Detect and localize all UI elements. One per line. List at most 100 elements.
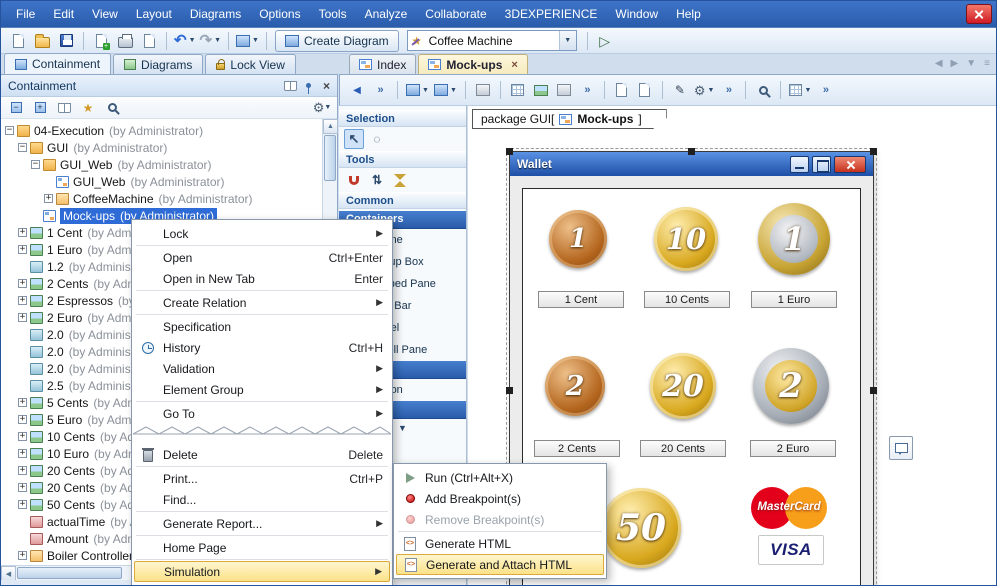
window-close-button[interactable]: [966, 4, 992, 24]
open-book-icon[interactable]: [284, 81, 297, 91]
menu-item-run-ctrl-alt-x[interactable]: Run (Ctrl+Alt+X): [396, 467, 604, 488]
expand-toggle-icon[interactable]: +: [44, 194, 53, 203]
collapse-all-button[interactable]: −: [6, 99, 26, 117]
coin-1-euro[interactable]: 1: [758, 203, 830, 275]
coin-caption-2-cents[interactable]: 2 Cents: [534, 440, 620, 457]
dropdown-caret-icon[interactable]: ▼: [422, 87, 429, 94]
collapse-toggle-icon[interactable]: −: [5, 126, 14, 135]
print-preview-button[interactable]: [137, 30, 161, 52]
palette-section-common[interactable]: Common: [339, 192, 466, 209]
print-button[interactable]: [113, 30, 137, 52]
panel-settings-button[interactable]: ⚙▼: [312, 99, 332, 117]
edit-button[interactable]: ✎: [669, 79, 691, 101]
menu-item-delete[interactable]: DeleteDelete: [134, 444, 390, 465]
tree-item-coffeemachine[interactable]: +CoffeeMachine(by Administrator): [1, 190, 323, 207]
menu-item-generate-html[interactable]: <>Generate HTML: [396, 533, 604, 554]
tree-item-gui-web[interactable]: −GUI_Web(by Administrator): [1, 156, 323, 173]
expand-toggle-icon[interactable]: +: [18, 313, 27, 322]
menu-item-home-page[interactable]: Home Page: [134, 537, 390, 558]
diagram-tab-index[interactable]: Index: [349, 54, 416, 74]
close-tab-icon[interactable]: ×: [511, 59, 517, 71]
tab-list-icon[interactable]: ≡: [984, 58, 990, 69]
menu-3dexperience[interactable]: 3DEXPERIENCE: [496, 1, 607, 27]
menu-item-generate-report[interactable]: Generate Report...▶: [134, 513, 390, 534]
expand-toggle-icon[interactable]: +: [18, 551, 27, 560]
selection-handle[interactable]: [870, 148, 877, 155]
tree-item-gui[interactable]: −GUI(by Administrator): [1, 139, 323, 156]
save-button[interactable]: [54, 30, 78, 52]
expand-toggle-icon[interactable]: +: [18, 398, 27, 407]
options-gear-button[interactable]: ⚙▼: [692, 79, 717, 101]
scope-combobox[interactable]: ★Coffee Machine▼: [407, 30, 577, 51]
close-icon[interactable]: [834, 156, 866, 173]
zoom-button[interactable]: [752, 79, 774, 101]
dropdown-caret-icon[interactable]: ▼: [214, 37, 221, 44]
coin-caption-1-cent[interactable]: 1 Cent: [538, 291, 624, 308]
palette-section-tools[interactable]: Tools: [339, 151, 466, 168]
minimize-icon[interactable]: [790, 156, 809, 173]
menu-item-find[interactable]: Find...: [134, 489, 390, 510]
tab-containment[interactable]: Containment: [4, 53, 111, 74]
menu-help[interactable]: Help: [667, 1, 710, 27]
favorites-button[interactable]: ★: [78, 99, 98, 117]
coin-50-cents[interactable]: 50: [601, 488, 681, 568]
menu-analyze[interactable]: Analyze: [356, 1, 417, 27]
menu-item-add-breakpoint-s[interactable]: Add Breakpoint(s): [396, 488, 604, 509]
panel-close-icon[interactable]: ×: [323, 80, 330, 92]
scroll-tabs-left-icon[interactable]: ◀: [935, 58, 943, 69]
coin-20-cents[interactable]: 20: [650, 353, 716, 419]
grid-button[interactable]: [507, 79, 529, 101]
coin-caption-10-cents[interactable]: 10 Cents: [644, 291, 730, 308]
overflow-chevron[interactable]: »: [576, 79, 598, 101]
overflow-chevron[interactable]: »: [814, 79, 836, 101]
combobox-dropdown-button[interactable]: ▼: [559, 31, 576, 50]
menu-item-open[interactable]: OpenCtrl+Enter: [134, 247, 390, 268]
menu-item-open-in-new-tab[interactable]: Open in New TabEnter: [134, 268, 390, 289]
open-book-button[interactable]: [54, 99, 74, 117]
selection-handle[interactable]: [506, 148, 513, 155]
maximize-icon[interactable]: [812, 156, 831, 173]
menu-options[interactable]: Options: [250, 1, 309, 27]
pin-icon[interactable]: [306, 83, 311, 88]
menu-window[interactable]: Window: [606, 1, 667, 27]
collapse-toggle-icon[interactable]: −: [31, 160, 40, 169]
visa-logo[interactable]: VISA: [758, 535, 824, 565]
overflow-chevron[interactable]: »: [717, 79, 739, 101]
expand-toggle-icon[interactable]: +: [18, 432, 27, 441]
add-element-button[interactable]: +: [89, 30, 113, 52]
paste-button[interactable]: [634, 79, 656, 101]
coin-caption-2-euro[interactable]: 2 Euro: [750, 440, 836, 457]
cursor-tool[interactable]: ↖: [344, 129, 364, 149]
expand-toggle-icon[interactable]: +: [18, 483, 27, 492]
tab-lock-view[interactable]: Lock View: [205, 54, 295, 74]
menu-item-generate-and-attach-html[interactable]: <>Generate and Attach HTML: [396, 554, 604, 575]
coin-caption-1-euro[interactable]: 1 Euro: [751, 291, 837, 308]
note-button[interactable]: [553, 79, 575, 101]
menu-item-history[interactable]: HistoryCtrl+H: [134, 337, 390, 358]
diagram-properties-button[interactable]: ▼: [404, 79, 431, 101]
dropdown-caret-icon[interactable]: ▼: [708, 87, 715, 94]
scroll-tabs-right-icon[interactable]: ▶: [951, 58, 959, 69]
scroll-left-arrow-icon[interactable]: ◀: [1, 566, 16, 581]
expand-toggle-icon[interactable]: +: [18, 228, 27, 237]
create-diagram-button[interactable]: Create Diagram: [275, 30, 399, 52]
menu-tools[interactable]: Tools: [310, 1, 356, 27]
expand-toggle-icon[interactable]: +: [18, 466, 27, 475]
expand-toggle-icon[interactable]: +: [18, 245, 27, 254]
dropdown-caret-icon[interactable]: ▼: [804, 87, 811, 94]
comment-tool-button[interactable]: [889, 436, 913, 460]
layout-button[interactable]: [472, 79, 494, 101]
coin-1-cent[interactable]: 1: [549, 210, 607, 268]
palette-section-selection[interactable]: Selection: [339, 110, 466, 127]
tab-diagrams[interactable]: Diagrams: [113, 54, 203, 74]
selection-handle[interactable]: [870, 387, 877, 394]
selection-handle[interactable]: [688, 148, 695, 155]
menu-view[interactable]: View: [83, 1, 127, 27]
menu-item-element-group[interactable]: Element Group▶: [134, 379, 390, 400]
tree-item-04-execution[interactable]: −04-Execution(by Administrator): [1, 122, 323, 139]
mastercard-logo[interactable]: MasterCard: [751, 485, 827, 531]
redo-button[interactable]: ↷▼: [198, 30, 224, 52]
menu-item-validation[interactable]: Validation▶: [134, 358, 390, 379]
menu-item-create-relation[interactable]: Create Relation▶: [134, 292, 390, 313]
table-view-button[interactable]: ▼: [787, 79, 813, 101]
